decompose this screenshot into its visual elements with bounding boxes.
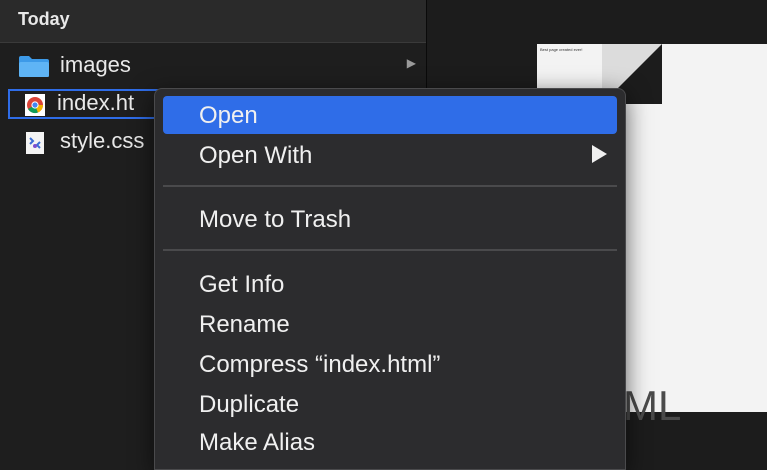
menu-item-move-to-trash[interactable]: Move to Trash xyxy=(163,200,617,238)
menu-item-compress[interactable]: Compress “index.html” xyxy=(163,345,617,383)
menu-separator xyxy=(163,249,617,251)
preview-page-text: Best page created ever! xyxy=(540,47,583,52)
item-label: style.css xyxy=(60,128,145,153)
menu-item-open-with[interactable]: Open With xyxy=(163,136,617,174)
menu-item-label: Rename xyxy=(199,311,290,338)
menu-item-label: Open xyxy=(199,102,258,129)
folder-icon xyxy=(19,56,49,77)
disclosure-arrow-icon: ▶ xyxy=(406,56,416,70)
menu-item-label: Make Alias xyxy=(199,429,316,456)
menu-separator xyxy=(163,185,617,187)
context-menu: Open Open With Move to Trash Get Info Re… xyxy=(154,88,626,470)
item-label: images xyxy=(60,52,131,77)
menu-item-label: Duplicate xyxy=(199,391,300,418)
column-header: Today xyxy=(0,0,426,43)
menu-item-label: Compress “index.html” xyxy=(199,351,441,378)
menu-item-rename[interactable]: Rename xyxy=(163,305,617,343)
menu-item-open[interactable]: Open xyxy=(163,96,617,134)
list-item-images[interactable]: images ▶ xyxy=(0,50,426,81)
menu-item-label: Move to Trash xyxy=(199,206,352,233)
menu-item-label: Get Info xyxy=(199,271,285,298)
menu-item-duplicate[interactable]: Duplicate xyxy=(163,385,617,423)
selection-highlight xyxy=(8,89,168,119)
menu-item-get-info[interactable]: Get Info xyxy=(163,265,617,303)
submenu-arrow-icon xyxy=(592,145,607,163)
css-file-icon xyxy=(26,132,44,154)
menu-item-label: Open With xyxy=(199,142,313,169)
menu-item-make-alias[interactable]: Make Alias xyxy=(163,423,617,461)
